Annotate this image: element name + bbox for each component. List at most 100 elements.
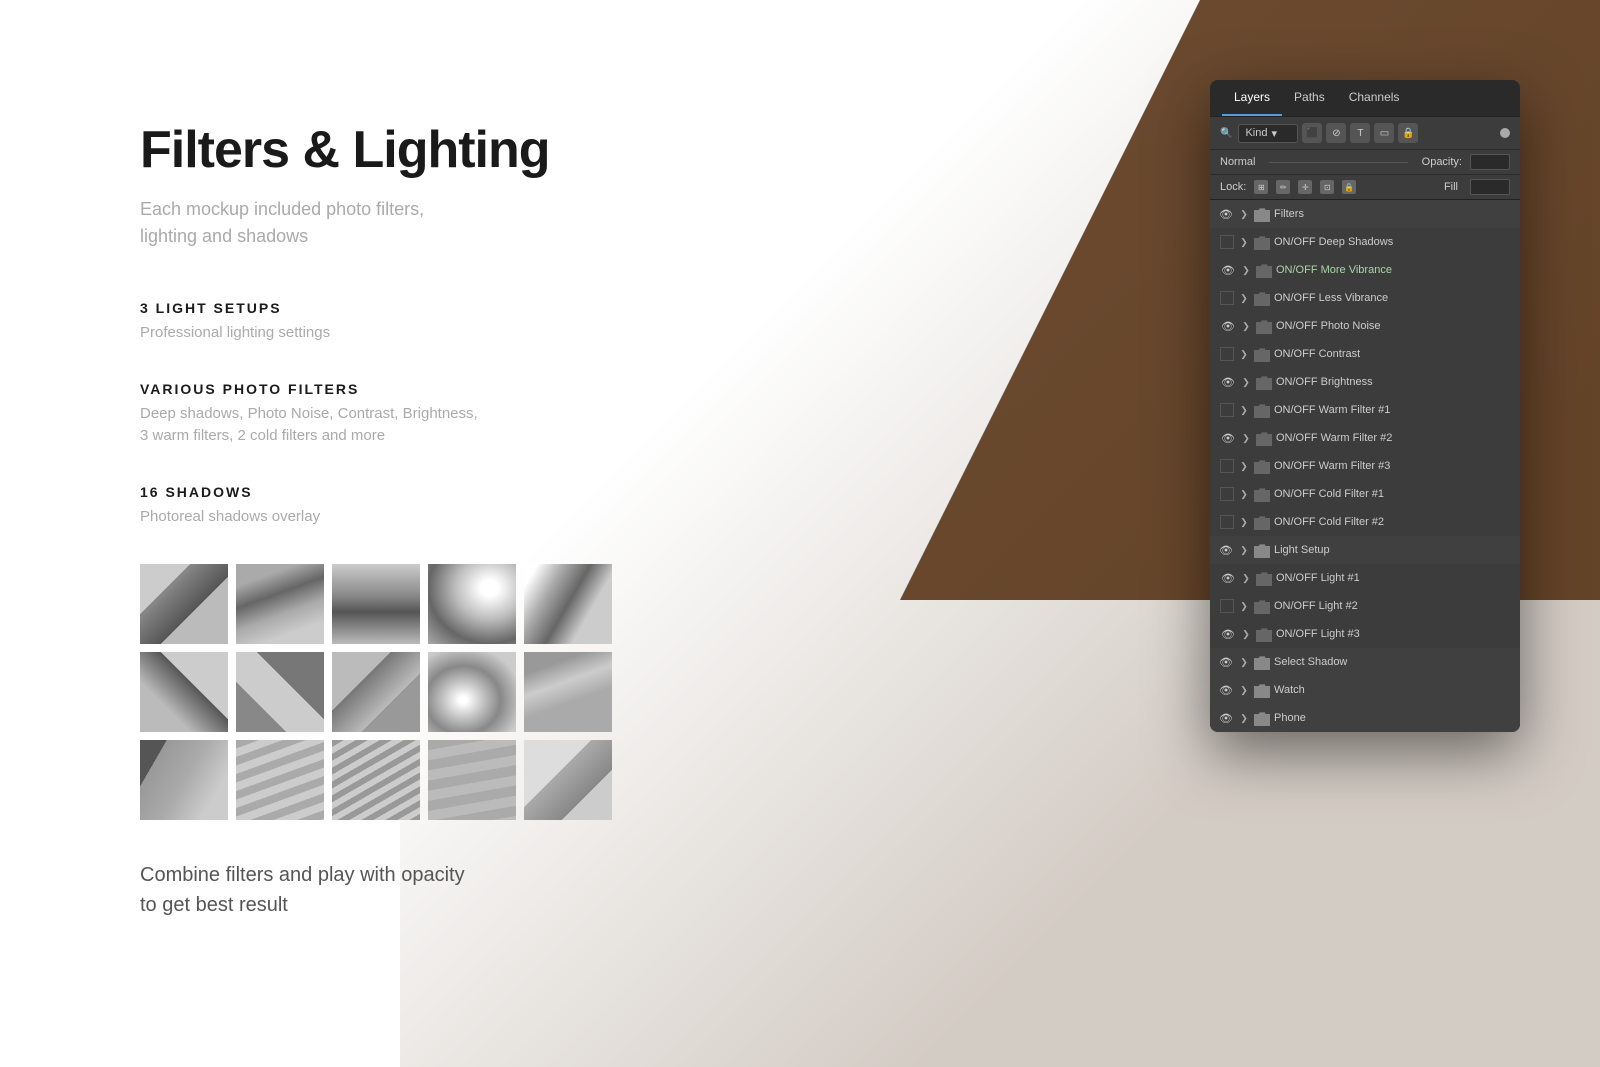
opacity-value[interactable] bbox=[1470, 154, 1510, 170]
ps-opacity-row: Normal Opacity: bbox=[1210, 150, 1520, 175]
eye-icon-light-3[interactable]: 👁 bbox=[1220, 626, 1236, 642]
layer-row-contrast[interactable]: ❯ ON/OFF Contrast bbox=[1210, 340, 1520, 368]
eye-icon-watch[interactable]: 👁 bbox=[1218, 682, 1234, 698]
layer-row-deep-shadows[interactable]: ❯ ON/OFF Deep Shadows bbox=[1210, 228, 1520, 256]
folder-icon-light-2 bbox=[1254, 598, 1270, 614]
layer-label-deep-shadows: ON/OFF Deep Shadows bbox=[1274, 236, 1393, 248]
section-desc-filters-line1: Deep shadows, Photo Noise, Contrast, Bri… bbox=[140, 405, 478, 422]
lock-draw-icon[interactable]: ✏ bbox=[1276, 180, 1290, 194]
eye-icon-filters[interactable]: 👁 bbox=[1218, 206, 1234, 222]
layer-row-photo-noise[interactable]: 👁 ❯ ON/OFF Photo Noise bbox=[1210, 312, 1520, 340]
fill-value[interactable] bbox=[1470, 179, 1510, 195]
smart-filter-icon[interactable]: 🔒 bbox=[1398, 123, 1418, 143]
eye-icon-phone[interactable]: 👁 bbox=[1218, 710, 1234, 726]
chevron-watch: ❯ bbox=[1238, 684, 1250, 696]
folder-icon-photo-noise bbox=[1256, 318, 1272, 334]
layer-row-cold-filter-1[interactable]: ❯ ON/OFF Cold Filter #1 bbox=[1210, 480, 1520, 508]
section-light-setups: 3 LIGHT SETUPS Professional lighting set… bbox=[140, 300, 780, 345]
lock-position-icon[interactable]: ⊞ bbox=[1254, 180, 1268, 194]
shadow-thumb-11 bbox=[140, 740, 228, 820]
shadow-thumb-10 bbox=[524, 652, 612, 732]
chevron-deep-shadows: ❯ bbox=[1238, 236, 1250, 248]
tab-layers[interactable]: Layers bbox=[1222, 80, 1282, 116]
checkbox-deep-shadows bbox=[1220, 235, 1234, 249]
shadow-thumb-1 bbox=[140, 564, 228, 644]
folder-icon-phone bbox=[1254, 710, 1270, 726]
layer-row-cold-filter-2[interactable]: ❯ ON/OFF Cold Filter #2 bbox=[1210, 508, 1520, 536]
ps-kind-row: 🔍 Kind ▾ ⬛ ⊘ T ▭ 🔒 bbox=[1210, 117, 1520, 150]
shadow-grid bbox=[140, 564, 780, 820]
chevron-light-1: ❯ bbox=[1240, 572, 1252, 584]
layer-row-warm-filter-1[interactable]: ❯ ON/OFF Warm Filter #1 bbox=[1210, 396, 1520, 424]
normal-label: Normal bbox=[1220, 156, 1255, 168]
chevron-down-icon: ▾ bbox=[1271, 127, 1277, 140]
page-title: Filters & Lighting bbox=[140, 120, 780, 180]
lock-label: Lock: bbox=[1220, 181, 1246, 193]
ps-tabs: Layers Paths Channels bbox=[1210, 80, 1520, 117]
ps-lock-fill-row: Lock: ⊞ ✏ ✛ ⊡ 🔒 Fill bbox=[1210, 175, 1520, 200]
lock-artboard-icon[interactable]: ⊡ bbox=[1320, 180, 1334, 194]
folder-icon-more-vibrance bbox=[1256, 262, 1272, 278]
folder-icon-filters bbox=[1254, 206, 1270, 222]
layer-row-brightness[interactable]: 👁 ❯ ON/OFF Brightness bbox=[1210, 368, 1520, 396]
kind-select[interactable]: Kind ▾ bbox=[1238, 124, 1298, 143]
layer-row-light-2[interactable]: ❯ ON/OFF Light #2 bbox=[1210, 592, 1520, 620]
section-heading-filters: VARIOUS PHOTO FILTERS bbox=[140, 381, 780, 397]
chevron-light-2: ❯ bbox=[1238, 600, 1250, 612]
layer-row-light-1[interactable]: 👁 ❯ ON/OFF Light #1 bbox=[1210, 564, 1520, 592]
layer-row-filters-group[interactable]: 👁 ❯ Filters bbox=[1210, 200, 1520, 228]
eye-icon-light-setup[interactable]: 👁 bbox=[1218, 542, 1234, 558]
layer-label-cold-filter-1: ON/OFF Cold Filter #1 bbox=[1274, 488, 1384, 500]
chevron-light-setup: ❯ bbox=[1238, 544, 1250, 556]
eye-icon-light-1[interactable]: 👁 bbox=[1220, 570, 1236, 586]
eye-icon-select-shadow[interactable]: 👁 bbox=[1218, 654, 1234, 670]
pixel-filter-icon[interactable]: ⬛ bbox=[1302, 123, 1322, 143]
chevron-warm-filter-2: ❯ bbox=[1240, 432, 1252, 444]
layer-label-less-vibrance: ON/OFF Less Vibrance bbox=[1274, 292, 1388, 304]
tab-paths[interactable]: Paths bbox=[1282, 80, 1337, 116]
chevron-photo-noise: ❯ bbox=[1240, 320, 1252, 332]
lock-move-icon[interactable]: ✛ bbox=[1298, 180, 1312, 194]
section-shadows: 16 SHADOWS Photoreal shadows overlay bbox=[140, 484, 780, 529]
layer-label-photo-noise: ON/OFF Photo Noise bbox=[1276, 320, 1381, 332]
folder-icon-warm-filter-2 bbox=[1256, 430, 1272, 446]
section-desc-shadows: Photoreal shadows overlay bbox=[140, 506, 780, 529]
layer-row-less-vibrance[interactable]: ❯ ON/OFF Less Vibrance bbox=[1210, 284, 1520, 312]
layer-label-contrast: ON/OFF Contrast bbox=[1274, 348, 1360, 360]
layer-row-warm-filter-2[interactable]: 👁 ❯ ON/OFF Warm Filter #2 bbox=[1210, 424, 1520, 452]
folder-icon-light-3 bbox=[1256, 626, 1272, 642]
layer-row-watch-group[interactable]: 👁 ❯ Watch bbox=[1210, 676, 1520, 704]
type-filter-icon[interactable]: T bbox=[1350, 123, 1370, 143]
adjustment-filter-icon[interactable]: ⊘ bbox=[1326, 123, 1346, 143]
eye-icon-photo-noise[interactable]: 👁 bbox=[1220, 318, 1236, 334]
section-desc-filters: Deep shadows, Photo Noise, Contrast, Bri… bbox=[140, 403, 780, 448]
layer-row-phone-group[interactable]: 👁 ❯ Phone bbox=[1210, 704, 1520, 732]
shadow-thumb-4 bbox=[428, 564, 516, 644]
tab-channels[interactable]: Channels bbox=[1337, 80, 1412, 116]
layer-row-light-3[interactable]: 👁 ❯ ON/OFF Light #3 bbox=[1210, 620, 1520, 648]
layer-label-more-vibrance: ON/OFF More Vibrance bbox=[1276, 264, 1392, 276]
layer-row-more-vibrance[interactable]: 👁 ❯ ON/OFF More Vibrance bbox=[1210, 256, 1520, 284]
layer-label-light-1: ON/OFF Light #1 bbox=[1276, 572, 1360, 584]
checkbox-warm-filter-1 bbox=[1220, 403, 1234, 417]
shape-filter-icon[interactable]: ▭ bbox=[1374, 123, 1394, 143]
layer-row-warm-filter-3[interactable]: ❯ ON/OFF Warm Filter #3 bbox=[1210, 452, 1520, 480]
eye-icon-brightness[interactable]: 👁 bbox=[1220, 374, 1236, 390]
layer-row-select-shadow-group[interactable]: 👁 ❯ Select Shadow bbox=[1210, 648, 1520, 676]
subtitle: Each mockup included photo filters, ligh… bbox=[140, 196, 780, 250]
eye-icon-warm-filter-2[interactable]: 👁 bbox=[1220, 430, 1236, 446]
folder-icon-select-shadow bbox=[1254, 654, 1270, 670]
lock-all-icon[interactable]: 🔒 bbox=[1342, 180, 1356, 194]
checkbox-contrast bbox=[1220, 347, 1234, 361]
combine-text-line1: Combine filters and play with opacity bbox=[140, 864, 465, 886]
layer-row-light-setup-group[interactable]: 👁 ❯ Light Setup bbox=[1210, 536, 1520, 564]
chevron-warm-filter-3: ❯ bbox=[1238, 460, 1250, 472]
folder-icon-warm-filter-1 bbox=[1254, 402, 1270, 418]
section-heading-light: 3 LIGHT SETUPS bbox=[140, 300, 780, 316]
eye-icon-more-vibrance[interactable]: 👁 bbox=[1220, 262, 1236, 278]
fill-label: Fill bbox=[1444, 181, 1458, 193]
folder-icon-brightness bbox=[1256, 374, 1272, 390]
chevron-less-vibrance: ❯ bbox=[1238, 292, 1250, 304]
options-dot bbox=[1500, 128, 1510, 138]
shadow-thumb-14 bbox=[428, 740, 516, 820]
